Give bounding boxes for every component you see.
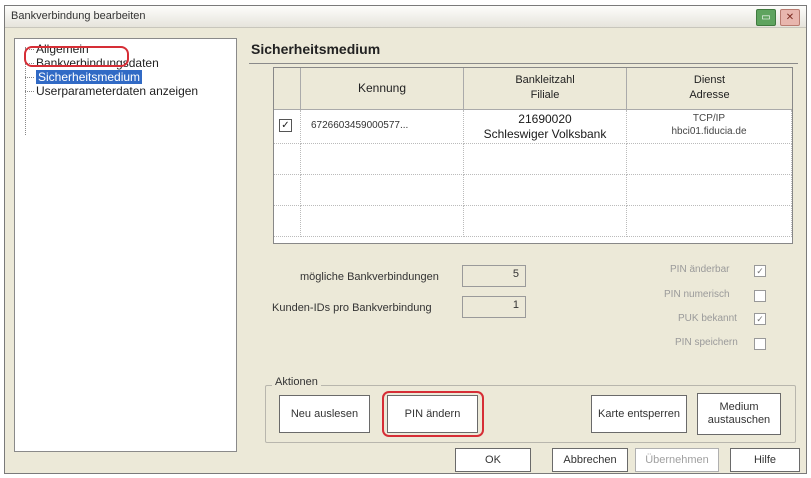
tree-item-userparameterdaten[interactable]: Userparameterdaten anzeigen: [25, 84, 198, 98]
header-dienst[interactable]: Dienst Adresse: [627, 68, 792, 110]
tree-item-label: Userparameterdaten anzeigen: [36, 84, 199, 98]
neu-auslesen-button[interactable]: Neu auslesen: [279, 395, 370, 433]
empty-cell: [464, 206, 627, 237]
cell-kennung-value: 6726603459000577...: [311, 120, 409, 131]
row-check-cell[interactable]: ✓: [274, 110, 301, 144]
close-icon[interactable]: ✕: [780, 9, 800, 26]
selection-highlight-marker: [24, 46, 129, 67]
medium-austauschen-label-1: Medium: [719, 401, 759, 413]
section-title: Sicherheitsmedium: [251, 41, 381, 57]
header-blz-label: Bankleitzahl: [515, 74, 575, 86]
tree-item-label: Sicherheitsmedium: [36, 70, 143, 84]
kunden-ids-label: Kunden-IDs pro Bankverbindung: [272, 302, 432, 314]
cell-filiale-value: Schleswiger Volksbank: [483, 127, 607, 141]
tree-item-sicherheitsmedium[interactable]: Sicherheitsmedium: [25, 70, 143, 84]
cell-dienst[interactable]: TCP/IP hbci01.fiducia.de: [627, 110, 792, 144]
row-checkbox[interactable]: ✓: [279, 119, 292, 132]
flag-pin-numerisch-label: PIN numerisch: [664, 289, 730, 300]
abbrechen-button[interactable]: Abbrechen: [552, 448, 628, 472]
flag-pin-aenderbar-label: PIN änderbar: [670, 264, 730, 275]
empty-cell: [464, 144, 627, 175]
pin-aendern-highlight-marker: [382, 391, 484, 437]
karte-entsperren-button[interactable]: Karte entsperren: [591, 395, 687, 433]
flag-pin-numerisch-checkbox[interactable]: [754, 290, 766, 302]
header-adresse-label: Adresse: [689, 89, 730, 101]
empty-cell: [627, 206, 792, 237]
header-kennung-label: Kennung: [357, 81, 407, 95]
title-bar: Bankverbindung bearbeiten ▭ ✕: [5, 6, 806, 28]
empty-cell: [274, 144, 301, 175]
moegliche-bankverbindungen-field: 5: [462, 265, 526, 287]
header-kennung[interactable]: Kennung: [301, 68, 464, 110]
moegliche-bankverbindungen-label: mögliche Bankverbindungen: [300, 271, 439, 283]
minimize-icon[interactable]: ▭: [756, 9, 776, 26]
flag-pin-speichern-checkbox[interactable]: [754, 338, 766, 350]
aktionen-group-label: Aktionen: [272, 376, 321, 388]
empty-cell: [627, 175, 792, 206]
flag-pin-speichern-label: PIN speichern: [675, 337, 738, 348]
empty-cell: [301, 144, 464, 175]
medium-austauschen-label-2: austauschen: [707, 414, 771, 426]
flag-puk-bekannt-label: PUK bekannt: [678, 313, 737, 324]
security-media-table[interactable]: Kennung Bankleitzahl Filiale Dienst Adre…: [273, 67, 793, 244]
cell-kennung[interactable]: 6726603459000577...: [301, 110, 464, 144]
flag-puk-bekannt-checkbox[interactable]: ✓: [754, 313, 766, 325]
ok-button[interactable]: OK: [455, 448, 531, 472]
header-bankleitzahl[interactable]: Bankleitzahl Filiale: [464, 68, 627, 110]
flag-pin-aenderbar-checkbox[interactable]: ✓: [754, 265, 766, 277]
cell-dienst-value: TCP/IP: [692, 113, 726, 124]
empty-cell: [301, 206, 464, 237]
hilfe-button[interactable]: Hilfe: [730, 448, 800, 472]
empty-cell: [274, 175, 301, 206]
header-filiale-label: Filiale: [530, 89, 560, 101]
empty-cell: [274, 206, 301, 237]
header-dienst-label: Dienst: [693, 74, 726, 86]
window-title: Bankverbindung bearbeiten: [11, 10, 146, 22]
empty-cell: [464, 175, 627, 206]
uebernehmen-button[interactable]: Übernehmen: [635, 448, 719, 472]
empty-cell: [627, 144, 792, 175]
kunden-ids-field: 1: [462, 296, 526, 318]
section-divider: [249, 63, 798, 64]
cell-adresse-value: hbci01.fiducia.de: [671, 126, 747, 137]
medium-austauschen-button[interactable]: Medium austauschen: [697, 393, 781, 435]
cell-bankleitzahl[interactable]: 21690020 Schleswiger Volksbank: [464, 110, 627, 144]
navigation-tree: Allgemein Bankverbindungsdaten Sicherhei…: [14, 38, 237, 452]
header-check-column: [274, 68, 301, 110]
cell-blz-value: 21690020: [518, 112, 572, 126]
empty-cell: [301, 175, 464, 206]
